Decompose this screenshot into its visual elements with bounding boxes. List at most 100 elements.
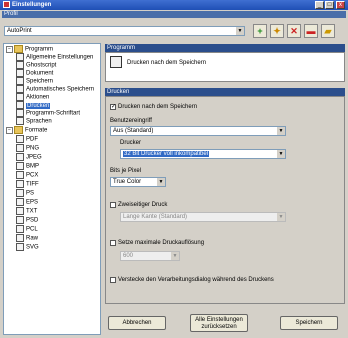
tree-item-pdf[interactable]: PDF: [16, 135, 38, 143]
folder-icon: [14, 126, 23, 134]
add-profile-button[interactable]: +: [253, 24, 267, 38]
tree-item-aktionen[interactable]: Aktionen: [16, 93, 49, 101]
duplex-value: Lange Kante (Standard): [123, 214, 188, 220]
max-resolution-checkbox[interactable]: [110, 240, 116, 246]
open-profile-button[interactable]: ▰: [321, 24, 335, 38]
hide-dialog-label: Verstecke den Verarbeitungsdialog währen…: [118, 277, 274, 283]
add-icon: +: [257, 26, 263, 36]
tree-item-pcx[interactable]: PCX: [16, 171, 38, 179]
save-icon: ▬: [306, 26, 316, 36]
file-icon: [16, 216, 24, 224]
maximize-button[interactable]: □: [325, 1, 334, 9]
save-icon: [16, 77, 24, 85]
max-resolution-value: 600: [123, 253, 134, 259]
file-icon: [16, 189, 24, 197]
profile-value: AutoPrint: [7, 28, 32, 34]
tree-item-drucken[interactable]: Drucken: [16, 101, 51, 109]
bits-per-pixel-label: Bits je Pixel: [110, 168, 142, 174]
tree-item-eps[interactable]: EPS: [16, 198, 38, 206]
tree-item-bmp[interactable]: BMP: [16, 162, 39, 170]
save-button[interactable]: Speichern: [280, 316, 338, 330]
tree-item-txt[interactable]: TXT: [16, 207, 37, 215]
document-icon: [16, 69, 24, 77]
auto-save-icon: [16, 85, 24, 93]
tree-node-formate[interactable]: − Formate: [6, 126, 47, 134]
chevron-down-icon: ▼: [236, 27, 244, 35]
tree-item-tiff[interactable]: TIFF: [16, 180, 39, 188]
settings-tree[interactable]: − Programm Allgemeine Einstellungen Ghost…: [3, 43, 101, 335]
max-resolution-label: Setze maximale Druckauflösung: [118, 240, 205, 246]
delete-profile-button[interactable]: ✕: [287, 24, 301, 38]
tree-item-psd[interactable]: PSD: [16, 216, 38, 224]
tree-item-ghostscript[interactable]: Ghostscript: [16, 61, 56, 69]
ghost-icon: [16, 61, 24, 69]
file-icon: [16, 171, 24, 179]
tree-item-schriftart[interactable]: Programm-Schriftart: [16, 109, 80, 117]
reset-settings-button[interactable]: Alle Einstellungen zurücksetzen: [190, 314, 248, 332]
programm-info-panel: [105, 52, 345, 82]
tree-item-png[interactable]: PNG: [16, 144, 39, 152]
printer-icon: [110, 56, 122, 68]
close-button[interactable]: x: [336, 1, 345, 9]
file-icon: [16, 153, 24, 161]
tree-item-dokument[interactable]: Dokument: [16, 69, 53, 77]
print-after-save-label: Drucken nach dem Speichern: [118, 104, 198, 110]
language-icon: [16, 117, 24, 125]
chevron-down-icon: ▼: [157, 178, 165, 186]
max-resolution-select[interactable]: 600 ▼: [120, 251, 180, 261]
actions-icon: [16, 93, 24, 101]
delete-icon: ✕: [290, 26, 298, 36]
window-title: Einstellungen: [12, 2, 52, 8]
duplex-label: Zweiseitiger Druck: [118, 202, 168, 208]
folder-icon: ▰: [324, 26, 332, 36]
settings-icon: [16, 53, 24, 61]
folder-icon: [14, 45, 23, 53]
file-icon: [16, 135, 24, 143]
file-icon: [16, 207, 24, 215]
tree-item-auto-speichern[interactable]: Automatisches Speichern: [16, 85, 94, 93]
duplex-select[interactable]: Lange Kante (Standard) ▼: [120, 212, 286, 222]
printer-icon: [16, 101, 24, 109]
file-icon: [16, 162, 24, 170]
programm-description: Drucken nach dem Speichern: [127, 60, 207, 66]
hide-dialog-checkbox[interactable]: [110, 277, 116, 283]
user-action-label: Benutzereingriff: [110, 118, 152, 124]
app-icon: [3, 1, 10, 8]
tree-item-jpeg[interactable]: JPEG: [16, 153, 42, 161]
collapse-icon[interactable]: −: [6, 45, 13, 53]
file-icon: [16, 144, 24, 152]
refresh-icon: ✦: [273, 26, 281, 36]
printer-label: Drucker: [120, 140, 142, 146]
drucken-section-header: Drucken: [105, 88, 345, 96]
tree-node-programm[interactable]: − Programm: [6, 45, 53, 53]
save-profile-button[interactable]: ▬: [304, 24, 318, 38]
user-action-value: Aus (Standard): [113, 128, 154, 134]
chevron-down-icon: ▼: [277, 150, 285, 158]
tree-item-pcl[interactable]: PCL: [16, 225, 38, 233]
refresh-profile-button[interactable]: ✦: [270, 24, 284, 38]
programm-section-header: Programm: [105, 44, 345, 52]
font-icon: [16, 109, 24, 117]
tree-item-sprachen[interactable]: Sprachen: [16, 117, 52, 125]
tree-item-ps[interactable]: PS: [16, 189, 34, 197]
duplex-checkbox[interactable]: [110, 202, 116, 208]
tree-item-raw[interactable]: Raw: [16, 234, 38, 242]
cancel-button[interactable]: Abbrechen: [108, 316, 166, 330]
chevron-down-icon: ▼: [277, 127, 285, 135]
printer-value: 32 Bit Drucker voll inkompatibel: [123, 151, 210, 157]
tree-item-speichern[interactable]: Speichern: [16, 77, 53, 85]
profile-select[interactable]: AutoPrint ▼: [4, 26, 245, 36]
profile-label: Profil: [2, 11, 346, 18]
printer-select[interactable]: 32 Bit Drucker voll inkompatibel ▼: [120, 149, 286, 159]
user-action-select[interactable]: Aus (Standard) ▼: [110, 126, 286, 136]
minimize-button[interactable]: _: [315, 1, 324, 9]
collapse-icon[interactable]: −: [6, 126, 13, 134]
print-after-save-checkbox[interactable]: ✓: [110, 104, 116, 110]
tree-item-svg[interactable]: SVG: [16, 243, 39, 251]
file-icon: [16, 243, 24, 251]
bits-per-pixel-select[interactable]: True Color ▼: [110, 177, 166, 187]
chevron-down-icon: ▼: [277, 213, 285, 221]
file-icon: [16, 180, 24, 188]
title-bar[interactable]: [0, 0, 348, 10]
tree-item-allgemeine[interactable]: Allgemeine Einstellungen: [16, 53, 93, 61]
